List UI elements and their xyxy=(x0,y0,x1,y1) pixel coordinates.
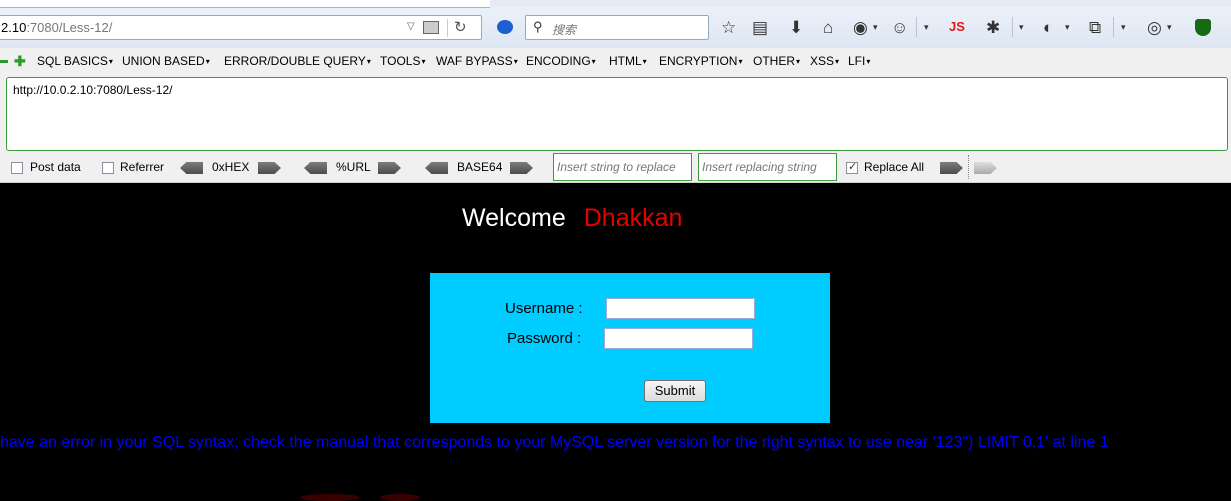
post-data-label: Post data xyxy=(30,160,81,174)
translate-icon[interactable]: ◎ xyxy=(1147,18,1162,38)
hex-decode-arrow-icon[interactable] xyxy=(180,162,203,174)
username-label: Username : xyxy=(505,300,583,317)
url-encoding-label: %URL xyxy=(336,160,371,174)
hex-encode-arrow-icon[interactable] xyxy=(258,162,281,174)
bookmark-star-icon[interactable]: ☆ xyxy=(721,18,736,38)
copy-icon[interactable]: ⧉ xyxy=(1089,18,1101,38)
bug-dropdown-icon[interactable]: ▾ xyxy=(1019,22,1024,33)
hackbar-separator xyxy=(968,155,969,179)
menu-union-based[interactable]: UNION BASED xyxy=(122,54,210,68)
hackbar-menu: ✚ SQL BASICS UNION BASED ERROR/DOUBLE QU… xyxy=(0,48,1231,74)
reading-list-icon[interactable]: ▤ xyxy=(752,18,768,38)
menu-encoding[interactable]: ENCODING xyxy=(526,54,596,68)
toolbar-separator xyxy=(1113,17,1114,37)
base64-decode-arrow-icon[interactable] xyxy=(425,162,448,174)
url-encode-arrow-icon[interactable] xyxy=(378,162,401,174)
password-input[interactable] xyxy=(604,328,753,349)
url-decode-arrow-icon[interactable] xyxy=(304,162,327,174)
address-separator xyxy=(447,19,448,37)
active-tab[interactable] xyxy=(0,0,490,8)
download-icon[interactable]: ⬇ xyxy=(789,18,803,38)
address-path: :7080/Less-12/ xyxy=(26,20,113,35)
password-label: Password : xyxy=(507,330,582,347)
bug-icon[interactable]: ✱ xyxy=(986,18,1000,38)
welcome-name: Dhakkan xyxy=(583,204,683,232)
site-identity-icon[interactable] xyxy=(423,21,439,34)
menu-tools[interactable]: TOOLS xyxy=(380,54,425,68)
menu-html[interactable]: HTML xyxy=(609,54,647,68)
javascript-toggle-button[interactable]: JS xyxy=(949,19,965,34)
home-icon[interactable]: ⌂ xyxy=(823,18,833,38)
toolbar-separator xyxy=(1012,17,1013,37)
address-host: 2.10 xyxy=(1,20,27,35)
replace-all-label: Replace All xyxy=(864,160,925,174)
address-bar[interactable]: 2.10:7080/Less-12/ ▽ ↻ xyxy=(0,15,482,40)
welcome-text: Welcome xyxy=(462,204,566,232)
copy-dropdown-icon[interactable]: ▾ xyxy=(1121,22,1126,33)
menu-waf-bypass[interactable]: WAF BYPASS xyxy=(436,54,518,68)
tab-strip xyxy=(0,0,1231,8)
history-dropdown-icon[interactable]: ▽ xyxy=(407,21,415,32)
submit-button[interactable]: Submit xyxy=(644,380,706,402)
globe-dropdown-icon[interactable]: ▾ xyxy=(1065,22,1070,33)
decoration-glow xyxy=(380,494,420,501)
address-text: 2.10:7080/Less-12/ xyxy=(1,20,112,35)
username-input[interactable] xyxy=(606,298,755,319)
sql-error-message: have an error in your SQL syntax; check … xyxy=(0,434,1109,451)
menu-xss[interactable]: XSS xyxy=(810,54,839,68)
post-data-checkbox[interactable] xyxy=(11,162,23,174)
menu-encryption[interactable]: ENCRYPTION xyxy=(659,54,742,68)
browser-toolbar: 2.10:7080/Less-12/ ▽ ↻ ⚲ 搜索 ☆ ▤ ⬇ ⌂ ◉ ▾ … xyxy=(0,0,1231,48)
adblock-shield-icon[interactable] xyxy=(1195,19,1211,36)
base64-label: BASE64 xyxy=(457,160,503,174)
replacing-string-input[interactable]: Insert replacing string xyxy=(698,153,837,181)
base64-encode-arrow-icon[interactable] xyxy=(510,162,533,174)
hackbar-panel: http://10.0.2.10:7080/Less-12/ Post data… xyxy=(0,74,1231,183)
profile-dropdown-icon[interactable]: ▾ xyxy=(873,22,878,33)
expand-icon[interactable]: ✚ xyxy=(14,53,26,70)
execute-arrow-icon[interactable] xyxy=(974,162,997,174)
welcome-heading: Welcome Dhakkan xyxy=(462,204,682,233)
decoration-glow xyxy=(300,494,360,501)
search-bar[interactable]: ⚲ 搜索 xyxy=(525,15,709,40)
login-form: Username : Password : Submit xyxy=(430,273,830,423)
profile-icon[interactable]: ◉ xyxy=(853,18,868,38)
referrer-checkbox[interactable] xyxy=(102,162,114,174)
referrer-label: Referrer xyxy=(120,160,165,174)
replace-string-input[interactable]: Insert string to replace xyxy=(553,153,692,181)
replace-all-arrow-icon[interactable] xyxy=(940,162,963,174)
palette-icon[interactable]: ☺ xyxy=(891,18,908,38)
palette-dropdown-icon[interactable]: ▾ xyxy=(924,22,929,33)
translate-dropdown-icon[interactable]: ▾ xyxy=(1167,22,1172,33)
toolbar-separator xyxy=(916,17,917,37)
hex-label: 0xHEX xyxy=(212,160,250,174)
menu-error-double-query[interactable]: ERROR/DOUBLE QUERY xyxy=(224,54,371,68)
menu-lfi[interactable]: LFI xyxy=(848,54,870,68)
search-placeholder: 搜索 xyxy=(552,23,577,37)
collapse-icon[interactable] xyxy=(0,60,8,63)
menu-sql-basics[interactable]: SQL BASICS xyxy=(37,54,113,68)
replace-all-checkbox[interactable] xyxy=(846,160,858,174)
menu-other[interactable]: OTHER xyxy=(753,54,800,68)
hackbar-url-input[interactable]: http://10.0.2.10:7080/Less-12/ xyxy=(6,77,1228,151)
reload-icon[interactable]: ↻ xyxy=(454,18,467,36)
search-engine-icon[interactable] xyxy=(497,20,513,34)
globe-icon[interactable]: ◐ xyxy=(1043,18,1053,38)
search-icon: ⚲ xyxy=(533,19,543,34)
